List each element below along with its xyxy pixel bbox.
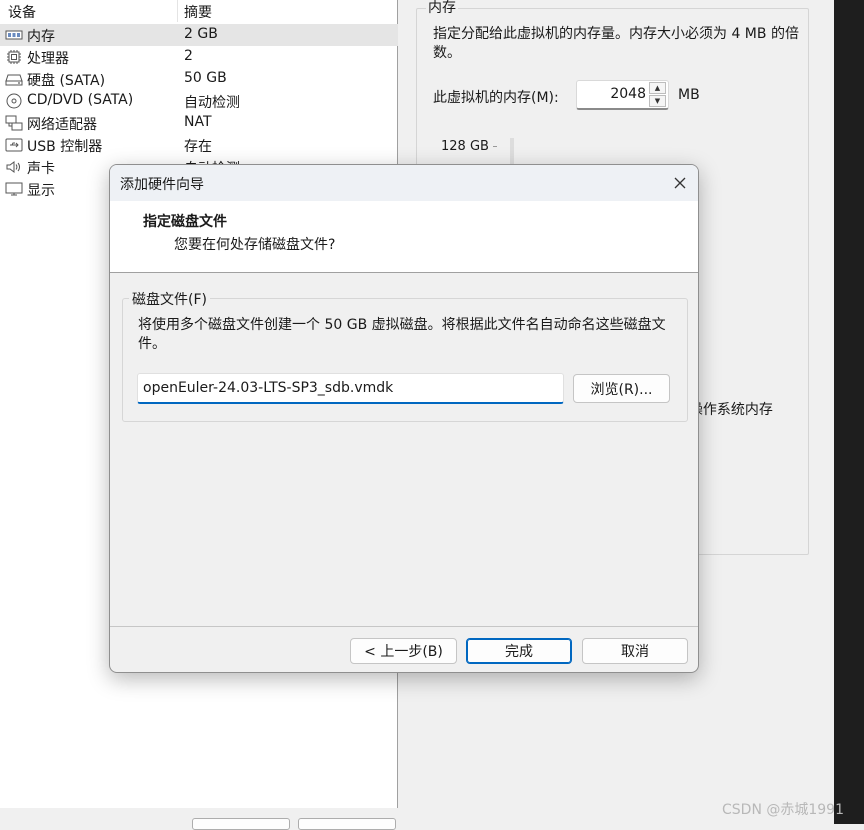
device-name: 硬盘 (SATA) — [27, 73, 106, 89]
watermark-text: CSDN @赤城1991 — [722, 802, 844, 818]
device-row-network-adapter[interactable]: 网络适配器 NAT — [0, 112, 398, 134]
memory-icon — [5, 30, 23, 40]
device-name: 处理器 — [27, 51, 69, 67]
disk-file-group-label: 磁盘文件(F) — [129, 289, 210, 309]
footer-divider — [110, 626, 698, 627]
spin-down-arrow-icon[interactable]: ▼ — [649, 95, 666, 107]
device-name: 声卡 — [27, 161, 55, 177]
slider-tick — [493, 146, 497, 147]
memory-unit-label: MB — [678, 87, 700, 103]
background-window-edge — [834, 0, 864, 824]
back-button[interactable]: < 上一步(B) — [350, 638, 457, 664]
disk-file-description: 将使用多个磁盘文件创建一个 50 GB 虚拟磁盘。将根据此文件名自动命名这些磁盘… — [138, 317, 666, 352]
device-name: 显示 — [27, 183, 55, 199]
close-button[interactable] — [666, 169, 694, 197]
wizard-step-subtitle: 您要在何处存储磁盘文件? — [174, 237, 336, 253]
device-summary: 2 — [184, 48, 193, 64]
add-hardware-wizard-dialog: 添加硬件向导 指定磁盘文件 您要在何处存储磁盘文件? 磁盘文件(F) 将使用多个… — [109, 164, 699, 673]
hard-disk-icon — [5, 74, 23, 86]
spin-up-arrow-icon[interactable]: ▲ — [649, 82, 666, 94]
device-summary: 2 GB — [184, 26, 218, 42]
dialog-title: 添加硬件向导 — [120, 177, 204, 193]
remove-hardware-button[interactable] — [298, 818, 396, 830]
device-name: USB 控制器 — [27, 139, 103, 155]
column-separator — [177, 0, 178, 22]
device-name: 内存 — [27, 29, 55, 45]
processor-icon — [7, 50, 21, 64]
add-hardware-button[interactable] — [192, 818, 290, 830]
dialog-titlebar[interactable]: 添加硬件向导 — [110, 165, 698, 201]
device-name: CD/DVD (SATA) — [27, 92, 134, 108]
device-summary: NAT — [184, 114, 212, 130]
usb-icon — [5, 138, 23, 152]
cancel-button[interactable]: 取消 — [582, 638, 688, 664]
cd-dvd-icon — [6, 93, 22, 109]
device-row-hard-disk[interactable]: 硬盘 (SATA) 50 GB — [0, 68, 398, 90]
device-row-cd-dvd[interactable]: CD/DVD (SATA) 自动检测 — [0, 90, 398, 112]
wizard-step-title: 指定磁盘文件 — [143, 214, 227, 230]
device-summary: 存在 — [184, 139, 212, 155]
memory-size-value[interactable]: 2048 — [610, 86, 646, 102]
device-summary: 50 GB — [184, 70, 227, 86]
browse-button[interactable]: 浏览(R)... — [573, 374, 670, 403]
sound-card-icon — [6, 161, 20, 173]
network-adapter-icon — [5, 115, 23, 131]
device-row-usb-controller[interactable]: USB 控制器 存在 — [0, 134, 398, 156]
device-list-header: 设备 摘要 — [0, 0, 398, 22]
wizard-header: 指定磁盘文件 您要在何处存储磁盘文件? — [110, 201, 698, 273]
memory-size-stepper[interactable]: 2048 ▲ ▼ — [576, 80, 669, 110]
close-icon — [674, 177, 686, 189]
memory-description: 指定分配给此虚拟机的内存量。内存大小必须为 4 MB 的倍数。 — [433, 26, 799, 61]
device-column-header[interactable]: 设备 — [8, 2, 36, 22]
device-row-memory[interactable]: 内存 2 GB — [0, 24, 398, 46]
finish-button[interactable]: 完成 — [466, 638, 572, 664]
device-summary: 自动检测 — [184, 95, 240, 111]
device-name: 网络适配器 — [27, 117, 97, 133]
display-icon — [5, 182, 23, 196]
device-row-processor[interactable]: 处理器 2 — [0, 46, 398, 68]
memory-group-legend: 内存 — [426, 0, 458, 17]
slider-max-label: 128 GB — [441, 139, 489, 154]
memory-size-label: 此虚拟机的内存(M): — [433, 90, 559, 106]
disk-file-name-input[interactable] — [137, 373, 564, 404]
summary-column-header[interactable]: 摘要 — [184, 2, 212, 22]
